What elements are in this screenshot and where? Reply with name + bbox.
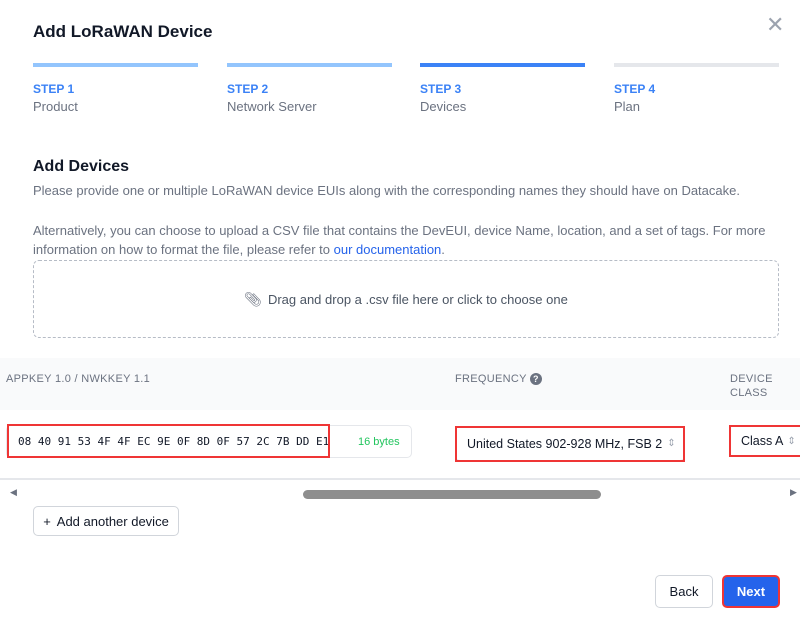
step-4: STEP 4 Plan <box>614 63 779 114</box>
step-name: Network Server <box>227 99 317 114</box>
column-device-class: DEVICE CLASS <box>730 373 773 399</box>
add-device-label: Add another device <box>56 513 169 529</box>
step-1: STEP 1 Product <box>33 63 198 114</box>
step-number: STEP 3 <box>420 82 462 96</box>
step-number: STEP 4 <box>614 82 656 96</box>
csv-description: Alternatively, you can choose to upload … <box>33 221 773 259</box>
scroll-left-icon[interactable]: ◀ <box>10 487 17 498</box>
section-title: Add Devices <box>33 158 130 175</box>
appkey-bytes: 16 bytes <box>358 435 400 448</box>
step-name: Product <box>33 99 78 114</box>
section-description: Please provide one or multiple LoRaWAN d… <box>33 183 740 198</box>
documentation-link[interactable]: our documentation <box>334 242 442 257</box>
scroll-right-icon[interactable]: ▶ <box>790 487 797 498</box>
column-frequency: FREQUENCY ? <box>455 372 542 386</box>
highlight-box <box>7 424 330 458</box>
table-divider <box>0 478 800 480</box>
step-3: STEP 3 Devices <box>420 63 585 114</box>
help-icon[interactable]: ? <box>529 373 542 385</box>
column-appkey: APPKEY 1.0 / NWKKEY 1.1 <box>6 373 151 385</box>
add-device-button[interactable]: + Add another device <box>33 506 179 536</box>
step-name: Devices <box>420 99 467 114</box>
step-name: Plan <box>614 99 641 114</box>
frequency-label: FREQUENCY <box>455 373 527 385</box>
table-header: APPKEY 1.0 / NWKKEY 1.1 FREQUENCY ? DEVI… <box>0 358 800 410</box>
csv-dropzone[interactable]: 📎︎ Drag and drop a .csv file here or clic… <box>33 260 779 338</box>
dialog-title: Add LoRaWAN Device <box>33 22 213 41</box>
highlight-box <box>729 425 800 457</box>
next-button[interactable]: Next <box>722 575 780 608</box>
back-button[interactable]: Back <box>655 575 713 608</box>
csv-text-end: . <box>441 242 445 257</box>
step-number: STEP 2 <box>227 82 269 96</box>
paperclip-icon: 📎︎ <box>244 290 262 307</box>
highlight-box <box>455 426 685 462</box>
step-2: STEP 2 Network Server <box>227 63 392 114</box>
close-icon[interactable]: ✕ <box>766 12 784 38</box>
dropzone-label: Drag and drop a .csv file here or click … <box>267 291 568 307</box>
step-number: STEP 1 <box>33 82 75 96</box>
plus-icon: + <box>43 513 51 529</box>
scrollbar-thumb[interactable] <box>303 490 601 499</box>
